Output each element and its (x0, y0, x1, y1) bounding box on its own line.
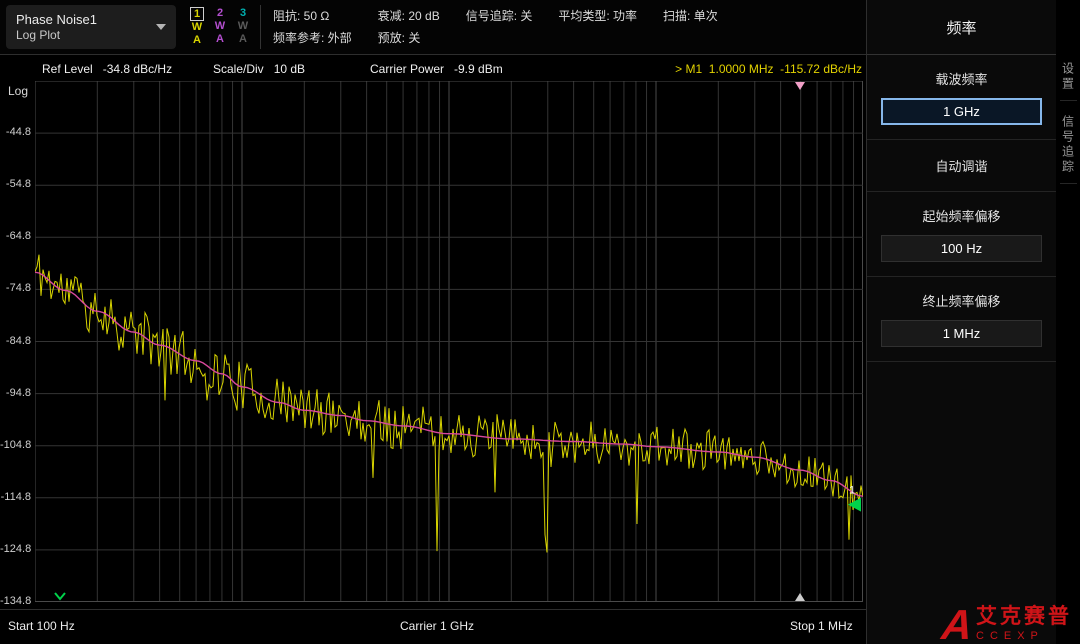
scale-div-readout: Scale/Div 10 dB (213, 62, 305, 76)
y-tick-label: -94.8 (0, 387, 31, 399)
signal-analyzer-screen: Phase Noise1 Log Plot 1WA 2WA 3WA 阻抗: 50 Ω… (0, 0, 1080, 644)
trace-start-indicator-icon (55, 593, 65, 599)
carrier-frequency-item: 载波频率 1 GHz (867, 55, 1056, 140)
carrier-power-label: Carrier Power (370, 62, 444, 76)
stop-offset-item: 终止频率偏移 1 MHz (867, 277, 1056, 362)
x-axis-footer: Start 100 Hz Carrier 1 GHz Stop 1 MHz (0, 609, 866, 644)
trace-indicator-1[interactable]: 1WA (188, 7, 206, 47)
plot-region: Ref Level -34.8 dBc/Hz Scale/Div 10 dB Car… (0, 56, 866, 609)
logo-text: 艾克赛普 CCEXP (976, 606, 1072, 642)
marker-m1-label: 1 (849, 485, 855, 497)
setting-item-3[interactable]: 平均类型: 功率 (558, 7, 637, 30)
ref-level-label: Ref Level (42, 62, 93, 76)
side-tabs: 设置 信号追踪 (1056, 56, 1080, 198)
y-tick-label: -124.8 (0, 543, 31, 555)
ref-level-readout: Ref Level -34.8 dBc/Hz (42, 62, 172, 76)
measurement-selector[interactable]: Phase Noise1 Log Plot (6, 5, 176, 49)
setting-item-2[interactable]: 信号追踪: 关 (466, 7, 533, 30)
tab-settings[interactable]: 设置 (1060, 62, 1077, 101)
panel-title: 频率 (867, 0, 1056, 55)
bottom-marker-icon (795, 593, 805, 601)
measurement-view: Log Plot (16, 28, 97, 43)
start-offset-value[interactable]: 100 Hz (881, 235, 1042, 262)
start-frequency-label: Start 100 Hz (8, 619, 75, 633)
grid (35, 81, 863, 602)
chevron-down-icon (156, 24, 166, 30)
tab-signal-track[interactable]: 信号追踪 (1060, 115, 1077, 184)
y-tick-label: -104.8 (0, 439, 31, 451)
y-tick-label: -114.8 (0, 491, 31, 503)
y-tick-label: -84.8 (0, 335, 31, 347)
frequency-panel: 频率 载波频率 1 GHz 自动调谐 起始频率偏移 100 Hz 终止频率偏移 … (866, 0, 1056, 644)
measurement-name: Phase Noise1 (16, 12, 97, 28)
scale-div-label: Scale/Div (213, 62, 264, 76)
trace-indicator-3[interactable]: 3WA (234, 7, 252, 47)
setting-item-4[interactable]: 扫描: 单次 (663, 7, 718, 30)
top-marker-icon (795, 82, 805, 90)
stop-frequency-label: Stop 1 MHz (790, 619, 853, 633)
logo-brand-cn: 艾克赛普 (976, 606, 1072, 628)
logo-brand-en: CCEXP (976, 630, 1044, 642)
carrier-frequency-label: 载波频率 (881, 69, 1042, 88)
y-tick-label: -44.8 (0, 126, 31, 138)
y-tick-label: -64.8 (0, 230, 31, 242)
trace-indicators: 1WA 2WA 3WA (188, 7, 252, 47)
stop-offset-value[interactable]: 1 MHz (881, 320, 1042, 347)
y-tick-label: -54.8 (0, 178, 31, 190)
carrier-power-readout: Carrier Power -9.9 dBm (370, 62, 503, 76)
logo-a-mark: A (940, 608, 974, 642)
ref-level-value: -34.8 dBc/Hz (103, 62, 172, 76)
start-offset-label: 起始频率偏移 (881, 206, 1042, 225)
auto-tune-button[interactable]: 自动调谐 (867, 140, 1056, 192)
carrier-frequency-value[interactable]: 1 GHz (881, 98, 1042, 125)
trace-indicator-2[interactable]: 2WA (211, 7, 229, 47)
carrier-frequency-footer-label: Carrier 1 GHz (400, 619, 474, 633)
scale-div-value: 10 dB (274, 62, 305, 76)
y-tick-label: -134.8 (0, 595, 31, 607)
measurement-settings: 阻抗: 50 Ω频率参考: 外部衰减: 20 dB预放: 关 信号追踪: 关 平均类… (273, 7, 718, 46)
plot-canvas[interactable]: 1 (35, 81, 863, 602)
start-offset-item: 起始频率偏移 100 Hz (867, 192, 1056, 277)
setting-item-1[interactable]: 衰减: 20 dB预放: 关 (378, 7, 440, 46)
marker-readout: > M1 1.0000 MHz -115.72 dBc/Hz (675, 62, 862, 76)
setting-item-0[interactable]: 阻抗: 50 Ω频率参考: 外部 (273, 7, 352, 46)
stop-offset-label: 终止频率偏移 (881, 291, 1042, 310)
y-tick-label: -74.8 (0, 282, 31, 294)
measurement-selector-text: Phase Noise1 Log Plot (16, 12, 97, 43)
plot-annotation-bar: Ref Level -34.8 dBc/Hz Scale/Div 10 dB Car… (0, 62, 864, 80)
accexp-logo: A 艾克赛普 CCEXP (942, 606, 1072, 642)
carrier-power-value: -9.9 dBm (454, 62, 503, 76)
y-axis-scale-label: Log (8, 84, 28, 98)
top-bar: Phase Noise1 Log Plot 1WA 2WA 3WA 阻抗: 50 Ω… (0, 0, 866, 55)
divider (260, 5, 261, 49)
